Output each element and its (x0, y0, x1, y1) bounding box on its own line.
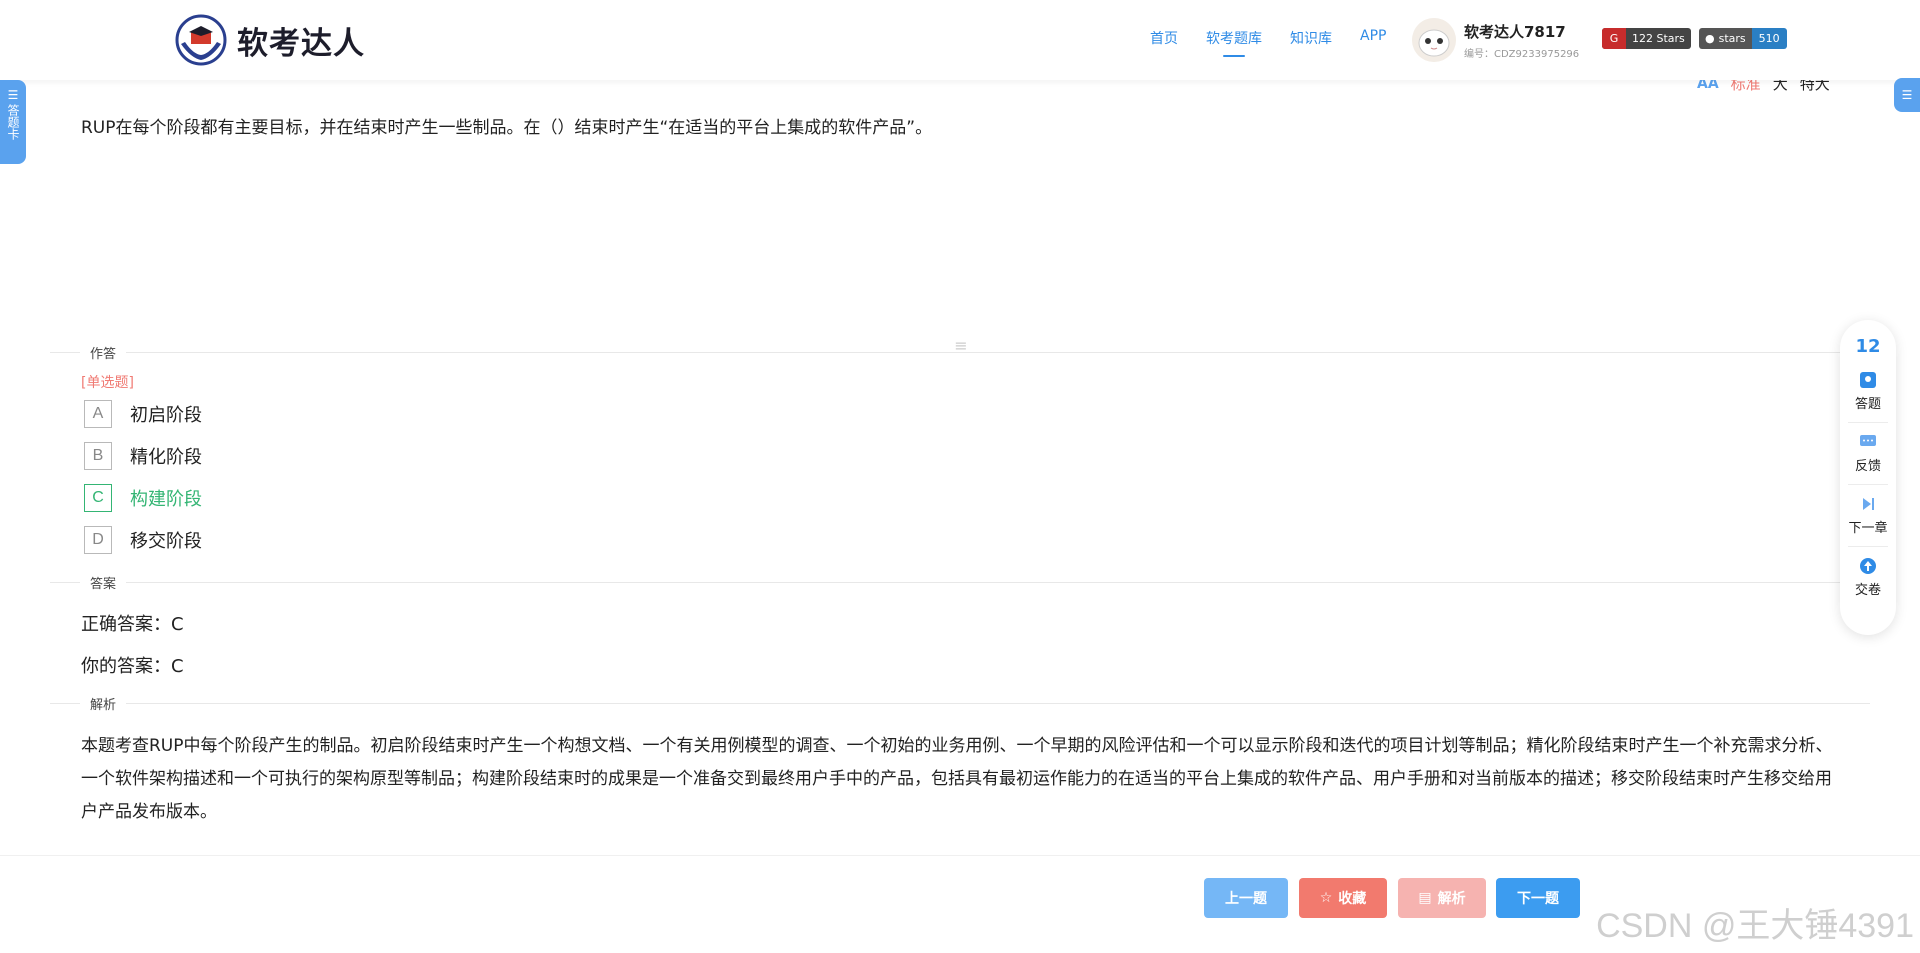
nav-home[interactable]: 首页 (1150, 28, 1178, 48)
analysis-button[interactable]: ▤ 解析 (1398, 878, 1486, 918)
analysis-text: 本题考查RUP中每个阶段产生的制品。初启阶段结束时产生一个构想文档、一个有关用例… (81, 736, 1833, 822)
answer-card-tab[interactable]: ☰ 答题卡 (0, 80, 26, 164)
avatar[interactable] (1412, 18, 1456, 62)
github-stars-badge[interactable]: ● stars 510 (1699, 28, 1787, 49)
chat-icon (1859, 433, 1877, 451)
option-a[interactable]: A 初启阶段 (84, 400, 202, 428)
option-d[interactable]: D 移交阶段 (84, 526, 202, 554)
correct-answer: 正确答案：C (81, 614, 184, 635)
option-c[interactable]: C 构建阶段 (84, 484, 202, 512)
github-icon: ● (1705, 32, 1715, 45)
gitee-icon: G (1602, 28, 1626, 49)
section-answer: 答案 (80, 573, 127, 592)
nav-question-bank[interactable]: 软考题库 (1206, 28, 1262, 48)
user-name: 软考达人7817 (1464, 22, 1566, 41)
logo-text: 软考达人 (237, 25, 365, 62)
next-question-button[interactable]: 下一题 (1496, 878, 1580, 918)
prev-question-button[interactable]: 上一题 (1204, 878, 1288, 918)
divider (50, 703, 1870, 704)
submit-button[interactable]: 交卷 (1848, 557, 1888, 608)
nav-app[interactable]: APP (1360, 28, 1386, 48)
user-profile[interactable]: 软考达人7817 编号：CDZ9233975296 (1412, 18, 1579, 62)
next-chapter-button[interactable]: 下一章 (1848, 495, 1888, 547)
floating-action-panel: 12 答题 反馈 下一章 交卷 (1840, 320, 1896, 635)
resize-handle[interactable]: ≡ (950, 338, 972, 354)
watermark: CSDN @王大锤4391 (1596, 907, 1914, 945)
star-icon: ☆ (1319, 890, 1333, 906)
question-type: [单选题] (81, 375, 134, 391)
favorite-button[interactable]: ☆ 收藏 (1299, 878, 1387, 918)
gitee-stars-badge[interactable]: G 122 Stars (1602, 28, 1691, 49)
header: 软考达人 首页 软考题库 知识库 APP 软考达人7817 编号：CDZ9233… (0, 0, 1920, 80)
answer-icon (1859, 371, 1877, 389)
option-b[interactable]: B 精化阶段 (84, 442, 202, 470)
question-number[interactable]: 12 (1855, 336, 1880, 357)
list-icon: ☰ (1901, 88, 1913, 102)
nav-knowledge[interactable]: 知识库 (1290, 28, 1332, 48)
answer-button[interactable]: 答题 (1848, 371, 1888, 423)
your-answer: 你的答案：C (81, 656, 184, 677)
feedback-button[interactable]: 反馈 (1848, 433, 1888, 485)
document-icon: ▤ (1418, 890, 1432, 906)
divider (50, 582, 1870, 583)
top-nav: 首页 软考题库 知识库 APP (1150, 28, 1386, 48)
section-analysis: 解析 (80, 694, 127, 713)
logo[interactable]: 软考达人 (175, 14, 365, 66)
answer-card-label: 答题卡 (6, 104, 20, 140)
section-answer-input: 作答 (80, 343, 127, 362)
skip-forward-icon (1859, 495, 1877, 513)
arrow-up-circle-icon (1859, 557, 1877, 575)
list-icon: ☰ (7, 88, 19, 102)
question-text: RUP在每个阶段都有主要目标，并在结束时产生一些制品。在（）结束时产生“在适当的… (81, 118, 933, 138)
logo-icon (175, 14, 227, 66)
right-panel-tab[interactable]: ☰ (1894, 78, 1920, 112)
user-id: 编号：CDZ9233975296 (1464, 48, 1580, 60)
